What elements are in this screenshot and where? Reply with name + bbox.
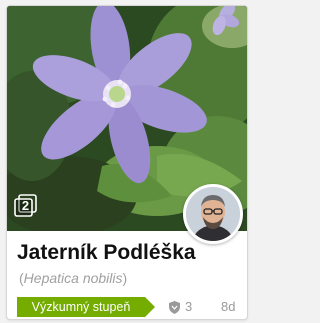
quality-grade-badge: Výzkumný stupeň — [17, 297, 157, 317]
identifications-count-value: 3 — [185, 299, 193, 314]
shield-icon — [169, 301, 180, 314]
photo-count: 2 — [21, 198, 30, 213]
common-name[interactable]: Jaterník Podléška — [17, 240, 239, 266]
observation-card[interactable]: 2 Jaterník Podléška (Hepatica nobilis) V… — [6, 5, 248, 320]
scientific-name-line: (Hepatica nobilis) — [19, 269, 219, 287]
photo-count-badge: 2 — [14, 194, 38, 218]
identifications-count: 3 — [169, 299, 209, 315]
scientific-name: Hepatica nobilis — [23, 270, 123, 286]
observer-avatar[interactable] — [183, 184, 243, 244]
user-avatar-image — [186, 187, 240, 241]
quality-grade-label: Výzkumný stupeň — [31, 300, 131, 314]
observation-age: 8d — [221, 299, 236, 314]
scientific-close-paren: ) — [122, 270, 128, 286]
